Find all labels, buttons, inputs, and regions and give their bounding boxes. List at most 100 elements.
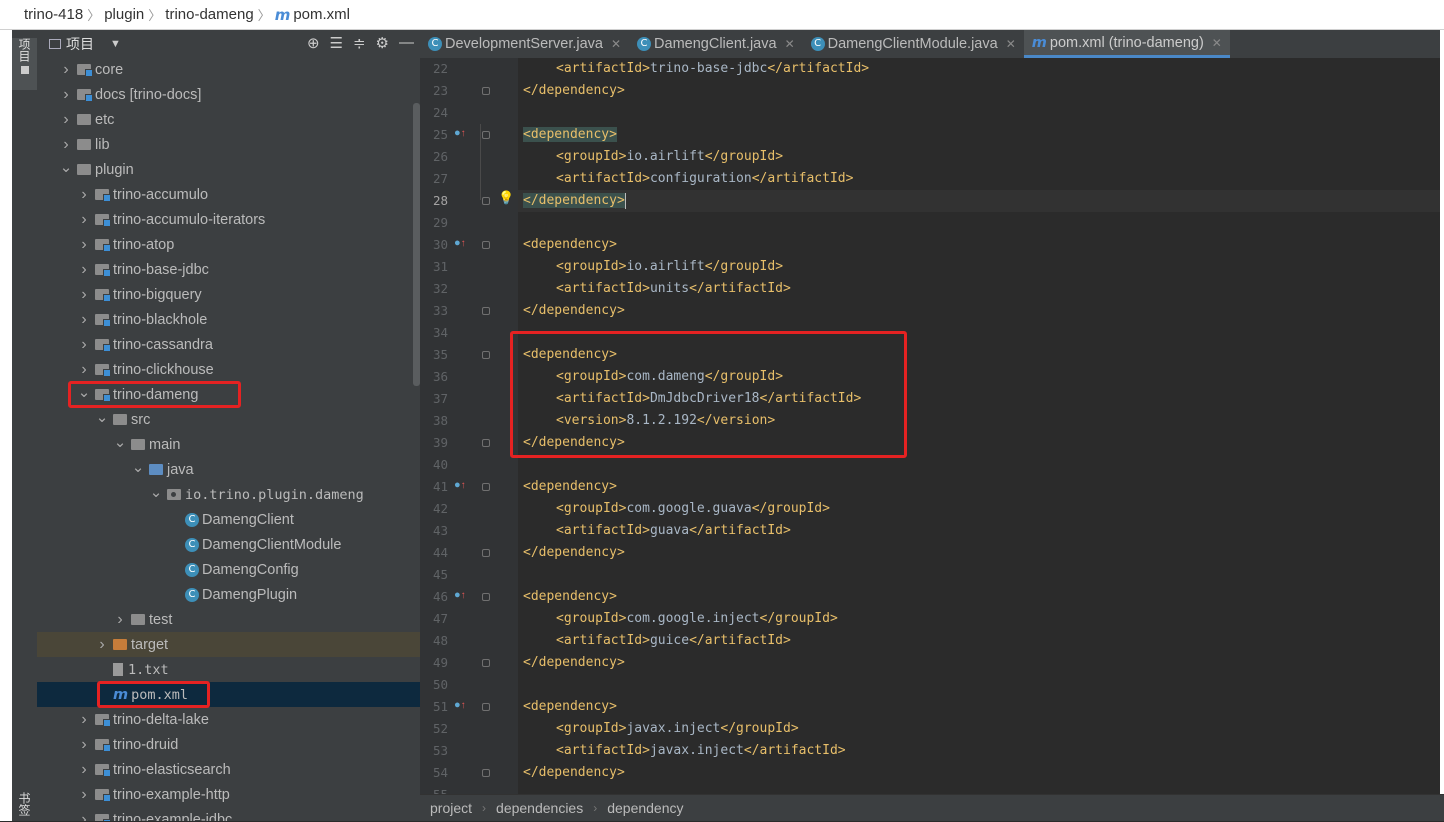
tree-item-trino-delta-lake[interactable]: › trino-delta-lake: [37, 707, 420, 732]
fold-marker-icon[interactable]: [482, 351, 490, 359]
tree-item-lib[interactable]: › lib: [37, 132, 420, 157]
chevron-right-icon[interactable]: ›: [59, 61, 73, 79]
chevron-right-icon[interactable]: ›: [77, 336, 91, 354]
override-marker-icon[interactable]: ●↑: [454, 237, 466, 249]
editor-tab[interactable]: m pom.xml (trino-dameng) ✕: [1023, 30, 1230, 58]
override-marker-icon[interactable]: ●↑: [454, 127, 466, 139]
editor-tab[interactable]: C DevelopmentServer.java ✕: [420, 30, 629, 58]
tree-item-test[interactable]: › test: [37, 607, 420, 632]
fold-marker-icon[interactable]: [482, 659, 490, 667]
tree-item-pom-xml[interactable]: m pom.xml: [37, 682, 420, 707]
expand-all-icon[interactable]: ☰: [330, 34, 343, 52]
chevron-down-icon[interactable]: ⌄: [149, 483, 163, 501]
chevron-right-icon[interactable]: ›: [59, 86, 73, 104]
tree-item-trino-blackhole[interactable]: › trino-blackhole: [37, 307, 420, 332]
fold-marker-icon[interactable]: [482, 87, 490, 95]
fold-marker-icon[interactable]: [482, 769, 490, 777]
close-icon[interactable]: ✕: [785, 37, 795, 51]
collapse-all-icon[interactable]: ≑: [353, 34, 366, 52]
tree-item-core[interactable]: › core: [37, 57, 420, 82]
breadcrumb-item[interactable]: trino-418: [24, 6, 83, 23]
tree-item-plugin[interactable]: ⌄ plugin: [37, 157, 420, 182]
chevron-right-icon[interactable]: ›: [77, 261, 91, 279]
fold-marker-icon[interactable]: [482, 593, 490, 601]
fold-marker-icon[interactable]: [482, 439, 490, 447]
chevron-right-icon[interactable]: ›: [59, 136, 73, 154]
tree-item-etc[interactable]: › etc: [37, 107, 420, 132]
lightbulb-icon[interactable]: 💡: [498, 190, 514, 206]
tree-item-damengclientmodule[interactable]: C DamengClientModule: [37, 532, 420, 557]
override-marker-icon[interactable]: ●↑: [454, 699, 466, 711]
gear-icon[interactable]: ⚙: [376, 34, 389, 52]
chevron-right-icon[interactable]: ›: [77, 311, 91, 329]
tree-item-trino-accumulo-iterators[interactable]: › trino-accumulo-iterators: [37, 207, 420, 232]
tree-item-main[interactable]: ⌄ main: [37, 432, 420, 457]
fold-marker-icon[interactable]: [482, 703, 490, 711]
tree-item-trino-clickhouse[interactable]: › trino-clickhouse: [37, 357, 420, 382]
editor-tab[interactable]: C DamengClient.java ✕: [629, 30, 803, 58]
fold-marker-icon[interactable]: [482, 131, 490, 139]
fold-marker-icon[interactable]: [482, 307, 490, 315]
chevron-down-icon[interactable]: ⌄: [113, 433, 127, 451]
chevron-down-icon[interactable]: ⌄: [59, 158, 73, 176]
tree-item-1-txt[interactable]: 1.txt: [37, 657, 420, 682]
editor-tab[interactable]: C DamengClientModule.java ✕: [803, 30, 1024, 58]
tree-item-trino-base-jdbc[interactable]: › trino-base-jdbc: [37, 257, 420, 282]
breadcrumb-item[interactable]: m pom.xml: [275, 6, 350, 24]
chevron-right-icon[interactable]: ›: [95, 636, 109, 654]
fold-marker-icon[interactable]: [482, 241, 490, 249]
xml-path-item[interactable]: project: [430, 800, 472, 816]
xml-path-item[interactable]: dependencies: [496, 800, 583, 816]
chevron-right-icon[interactable]: ›: [77, 736, 91, 754]
tree-item-target[interactable]: › target: [37, 632, 420, 657]
chevron-right-icon[interactable]: ›: [77, 711, 91, 729]
tree-item-damengconfig[interactable]: C DamengConfig: [37, 557, 420, 582]
close-icon[interactable]: ✕: [611, 37, 621, 51]
tree-item-trino-druid[interactable]: › trino-druid: [37, 732, 420, 757]
tree-item-trino-atop[interactable]: › trino-atop: [37, 232, 420, 257]
breadcrumb-item[interactable]: trino-dameng: [165, 6, 253, 23]
tree-item-trino-accumulo[interactable]: › trino-accumulo: [37, 182, 420, 207]
tree-item-docs-trino-docs-[interactable]: › docs [trino-docs]: [37, 82, 420, 107]
tree-item-damengclient[interactable]: C DamengClient: [37, 507, 420, 532]
tree-item-trino-dameng[interactable]: ⌄ trino-dameng: [37, 382, 420, 407]
chevron-down-icon[interactable]: ⌄: [77, 383, 91, 401]
breadcrumb-item[interactable]: plugin: [104, 6, 144, 23]
fold-marker-icon[interactable]: [482, 197, 490, 205]
bookmarks-tool-tab[interactable]: 书签: [12, 792, 37, 822]
chevron-right-icon[interactable]: ›: [77, 786, 91, 804]
chevron-right-icon[interactable]: ›: [77, 211, 91, 229]
chevron-right-icon[interactable]: ›: [59, 111, 73, 129]
fold-marker-icon[interactable]: [482, 483, 490, 491]
project-view-selector[interactable]: 项目 ▼: [49, 34, 121, 54]
tree-item-damengplugin[interactable]: C DamengPlugin: [37, 582, 420, 607]
crosshair-icon[interactable]: ⊕: [307, 34, 320, 52]
chevron-right-icon[interactable]: ›: [77, 811, 91, 822]
tree-item-java[interactable]: ⌄ java: [37, 457, 420, 482]
chevron-right-icon[interactable]: ›: [113, 611, 127, 629]
minimize-icon[interactable]: —: [399, 34, 414, 52]
chevron-right-icon[interactable]: ›: [77, 286, 91, 304]
chevron-right-icon[interactable]: ›: [77, 361, 91, 379]
xml-path-item[interactable]: dependency: [607, 800, 683, 816]
code-editor[interactable]: <artifactId>trino-base-jdbc</artifactId>…: [518, 58, 1444, 794]
project-tool-tab[interactable]: 项目: [12, 38, 37, 90]
tree-item-trino-example-jdbc[interactable]: › trino-example-jdbc: [37, 807, 420, 821]
chevron-down-icon[interactable]: ⌄: [95, 408, 109, 426]
chevron-down-icon[interactable]: ⌄: [131, 458, 145, 476]
override-marker-icon[interactable]: ●↑: [454, 589, 466, 601]
tree-item-src[interactable]: ⌄ src: [37, 407, 420, 432]
tree-item-trino-elasticsearch[interactable]: › trino-elasticsearch: [37, 757, 420, 782]
override-marker-icon[interactable]: ●↑: [454, 479, 466, 491]
chevron-right-icon[interactable]: ›: [77, 761, 91, 779]
close-icon[interactable]: ✕: [1006, 37, 1016, 51]
tree-item-io-trino-plugin-dameng[interactable]: ⌄ io.trino.plugin.dameng: [37, 482, 420, 507]
tree-item-trino-cassandra[interactable]: › trino-cassandra: [37, 332, 420, 357]
fold-marker-icon[interactable]: [482, 549, 490, 557]
close-icon[interactable]: ✕: [1212, 36, 1222, 50]
chevron-right-icon[interactable]: ›: [77, 186, 91, 204]
project-tree-scrollbar[interactable]: [413, 103, 420, 386]
chevron-right-icon[interactable]: ›: [77, 236, 91, 254]
tree-item-trino-bigquery[interactable]: › trino-bigquery: [37, 282, 420, 307]
tree-item-trino-example-http[interactable]: › trino-example-http: [37, 782, 420, 807]
